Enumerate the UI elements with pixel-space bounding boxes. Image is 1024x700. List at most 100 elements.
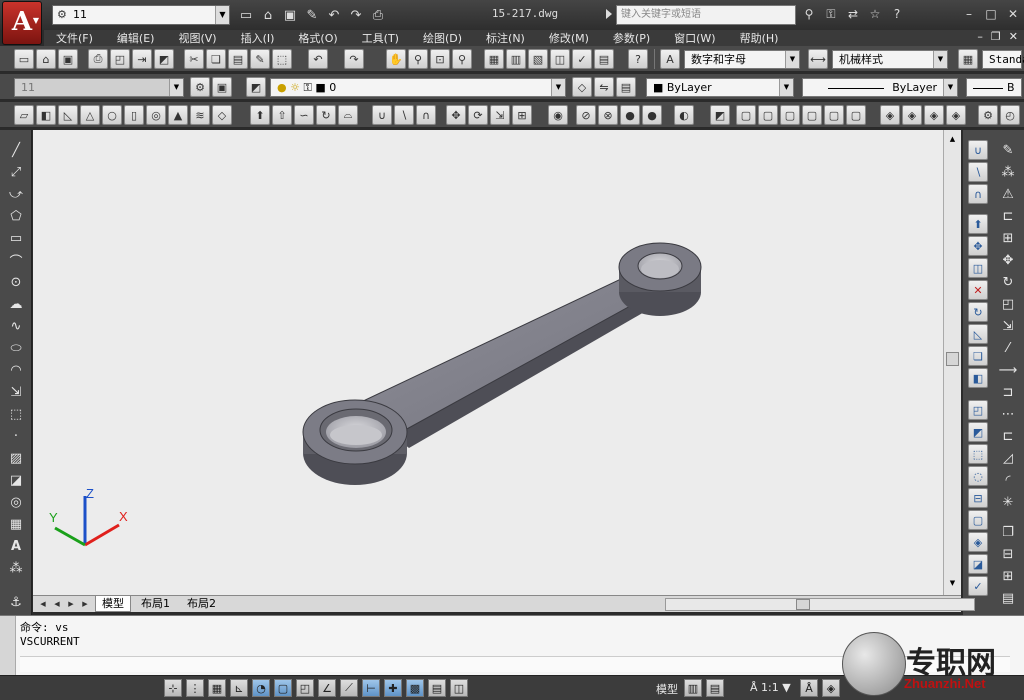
menu-help[interactable]: 帮助(H) <box>740 30 779 46</box>
make-current-icon[interactable]: ◇ <box>572 77 592 97</box>
zoom-realtime-icon[interactable]: ⚲ <box>408 49 428 69</box>
chevron-down-icon[interactable]: ▼ <box>943 79 957 96</box>
match-properties-icon[interactable]: ✎ <box>250 49 270 69</box>
infer-constraints-icon[interactable]: ⊹ <box>164 679 182 697</box>
lineweight-select[interactable]: B <box>966 78 1022 97</box>
revision-cloud-icon[interactable]: ☁ <box>6 294 26 314</box>
hidden-style-icon[interactable]: ⊘ <box>576 105 596 125</box>
menu-parametric[interactable]: 参数(P) <box>613 30 650 46</box>
undo-icon[interactable]: ↶ <box>324 5 344 25</box>
dynamic-input-icon[interactable]: ⊢ <box>362 679 380 697</box>
color-faces-icon[interactable]: ◧ <box>968 368 988 388</box>
region-icon[interactable]: ◎ <box>6 492 26 512</box>
save-icon[interactable]: ▣ <box>280 5 300 25</box>
separate-icon[interactable]: ⊟ <box>968 488 988 508</box>
last-tab-icon[interactable]: ▶ <box>79 598 91 610</box>
quick-view-drawings-icon[interactable]: ▤ <box>706 679 724 697</box>
quick-view-layouts-icon[interactable]: ▥ <box>684 679 702 697</box>
table-style-icon[interactable]: ▦ <box>958 49 978 69</box>
union-icon[interactable]: ∪ <box>968 140 988 160</box>
menu-modify[interactable]: 修改(M) <box>549 30 589 46</box>
linetype-select[interactable]: ByLayer ▼ <box>802 78 958 97</box>
extrude-faces-icon[interactable]: ⬆ <box>968 214 988 234</box>
open-file-icon[interactable]: ⌂ <box>258 5 278 25</box>
lineweight-toggle-icon[interactable]: ✚ <box>384 679 402 697</box>
3d-print-icon[interactable]: ◩ <box>154 49 174 69</box>
star-icon[interactable]: ☆ <box>866 5 884 23</box>
dynamic-ucs-icon[interactable]: ⟋ <box>340 679 358 697</box>
loft-icon[interactable]: ⌓ <box>338 105 358 125</box>
text-style-select[interactable]: 数字和字母 ▼ <box>684 50 800 69</box>
intersect-icon[interactable]: ∩ <box>416 105 436 125</box>
presspull-icon[interactable]: ⇧ <box>272 105 292 125</box>
new-file-icon[interactable]: ▭ <box>236 5 256 25</box>
doc-minimize-icon[interactable]: – <box>977 30 983 43</box>
shell-icon[interactable]: ▢ <box>968 510 988 530</box>
chevron-down-icon[interactable]: ▼ <box>215 6 229 24</box>
camera-icon[interactable]: ⚙ <box>978 105 998 125</box>
color-select[interactable]: ■ ByLayer ▼ <box>646 78 794 97</box>
calculator-icon[interactable]: ▤ <box>594 49 614 69</box>
front-view-icon[interactable]: ▢ <box>824 105 844 125</box>
taper-faces-icon[interactable]: ◺ <box>968 324 988 344</box>
circle-icon[interactable]: ⊙ <box>6 272 26 292</box>
command-window-grip[interactable] <box>0 616 16 676</box>
stretch-icon[interactable]: ⇲ <box>998 316 1018 336</box>
tab-layout1[interactable]: 布局1 <box>135 596 176 612</box>
maximize-icon[interactable]: □ <box>982 5 1000 23</box>
delete-faces-icon[interactable]: ✕ <box>968 280 988 300</box>
ellipse-arc-icon[interactable]: ◠ <box>6 360 26 380</box>
realistic-style-icon[interactable]: ⊗ <box>598 105 618 125</box>
imprint-icon[interactable]: ⬚ <box>968 444 988 464</box>
search-input[interactable]: 键入关键字或短语 <box>616 5 796 25</box>
3d-object-snap-icon[interactable]: ◰ <box>296 679 314 697</box>
horizontal-scrollbar[interactable] <box>665 598 975 611</box>
redo-icon[interactable]: ↷ <box>346 5 366 25</box>
offset-faces-icon[interactable]: ◫ <box>968 258 988 278</box>
redo-icon[interactable]: ↷ <box>344 49 364 69</box>
vertical-scrollbar[interactable]: ▲ ▼ <box>943 130 961 595</box>
3d-array-icon[interactable]: ⊞ <box>512 105 532 125</box>
plot-icon[interactable]: ⎙ <box>88 49 108 69</box>
3d-orbit-icon[interactable]: ◴ <box>1000 105 1020 125</box>
arc-icon[interactable]: ⌒ <box>6 250 26 270</box>
markup-icon[interactable]: ✓ <box>572 49 592 69</box>
se-iso-view-icon[interactable]: ◈ <box>902 105 922 125</box>
first-tab-icon[interactable]: ◀ <box>37 598 49 610</box>
zoom-window-icon[interactable]: ⊡ <box>430 49 450 69</box>
snap-mode-icon[interactable]: ⋮ <box>186 679 204 697</box>
paste-icon[interactable]: ▤ <box>228 49 248 69</box>
layer-state-icon[interactable]: ▤ <box>616 77 636 97</box>
erase-icon[interactable]: ✎ <box>998 140 1018 160</box>
next-tab-icon[interactable]: ▶ <box>65 598 77 610</box>
publish-icon[interactable]: ⇥ <box>132 49 152 69</box>
drawing-viewport[interactable]: Z X Y <box>33 130 943 595</box>
insert-block-icon[interactable]: ⇲ <box>6 382 26 402</box>
rectangle-icon[interactable]: ▭ <box>6 228 26 248</box>
prev-tab-icon[interactable]: ◀ <box>51 598 63 610</box>
menu-dimension[interactable]: 标注(N) <box>486 30 525 46</box>
doc-restore-icon[interactable]: ❐ <box>991 30 1001 43</box>
auto-scale-icon[interactable]: ◈ <box>822 679 840 697</box>
window-cascade-icon[interactable]: ❐ <box>998 522 1018 542</box>
pan-icon[interactable]: ✋ <box>386 49 406 69</box>
join-icon[interactable]: ⋯ <box>998 404 1018 424</box>
subtract-icon[interactable]: ∖ <box>394 105 414 125</box>
offset-icon[interactable]: ⊏ <box>998 206 1018 226</box>
doc-close-icon[interactable]: ✕ <box>1009 30 1018 43</box>
menu-file[interactable]: 文件(F) <box>56 30 93 46</box>
copy-icon[interactable]: ❏ <box>206 49 226 69</box>
color-edges-icon[interactable]: ◩ <box>968 422 988 442</box>
union-icon[interactable]: ∪ <box>372 105 392 125</box>
scroll-thumb[interactable] <box>946 352 959 366</box>
scroll-thumb[interactable] <box>796 599 810 610</box>
slice-icon[interactable]: ◪ <box>968 554 988 574</box>
break-at-point-icon[interactable]: ⊏ <box>998 426 1018 446</box>
chamfer-icon[interactable]: ◿ <box>998 448 1018 468</box>
gradient-icon[interactable]: ◪ <box>6 470 26 490</box>
check-icon[interactable]: ◈ <box>968 532 988 552</box>
binoculars-icon[interactable]: ⚲ <box>800 5 818 23</box>
dim-style-select[interactable]: 机械样式 ▼ <box>832 50 948 69</box>
left-view-icon[interactable]: ▢ <box>780 105 800 125</box>
polar-tracking-icon[interactable]: ◔ <box>252 679 270 697</box>
